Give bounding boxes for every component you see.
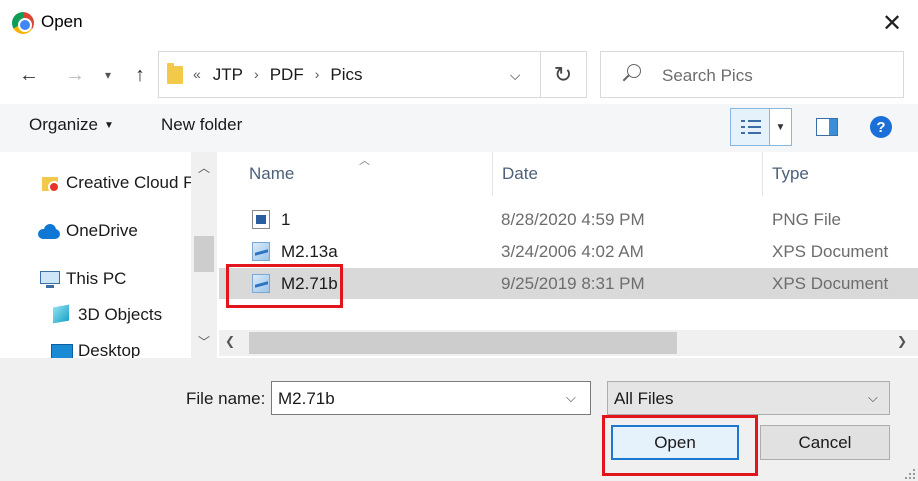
- file-type-select[interactable]: All Files ⌵: [607, 381, 890, 415]
- nav-item-desktop[interactable]: Desktop: [0, 334, 190, 358]
- scroll-down-icon[interactable]: ﹀: [191, 332, 217, 350]
- search-icon: [621, 64, 641, 84]
- nav-item-label: Creative Cloud F: [66, 173, 194, 192]
- highlight-box: [226, 264, 343, 308]
- breadcrumb-separator-icon[interactable]: ›: [315, 66, 320, 86]
- file-type-value: All Files: [614, 389, 674, 408]
- file-name-value: M2.71b: [278, 389, 335, 408]
- folder-icon: [167, 63, 183, 84]
- chevron-down-icon[interactable]: ⌵: [503, 66, 527, 84]
- search-input[interactable]: Search Pics: [600, 51, 904, 98]
- scrollbar-thumb[interactable]: [194, 236, 214, 272]
- sort-ascending-icon: ︿: [359, 155, 370, 167]
- up-folder-button[interactable]: ↑: [125, 58, 155, 92]
- preview-pane-icon[interactable]: [816, 118, 838, 136]
- file-type: XPS Document: [772, 274, 889, 293]
- cancel-button[interactable]: Cancel: [760, 425, 890, 460]
- file-type: PNG File: [772, 210, 841, 229]
- help-icon[interactable]: ?: [870, 116, 892, 138]
- dialog-footer: [0, 358, 918, 481]
- nav-item-label: Desktop: [78, 341, 141, 358]
- column-divider[interactable]: [492, 152, 493, 196]
- change-view-button[interactable]: [730, 108, 770, 146]
- file-name-field[interactable]: M2.71b ⌵: [271, 381, 591, 415]
- address-bar[interactable]: « JTP › PDF › Pics ⌵: [158, 51, 541, 98]
- desktop-icon: [50, 342, 73, 358]
- scrollbar-thumb[interactable]: [249, 332, 677, 354]
- column-header-date[interactable]: Date: [502, 164, 538, 184]
- file-name-label: File name:: [186, 389, 266, 408]
- scroll-up-icon[interactable]: ︿: [191, 158, 217, 176]
- breadcrumb-separator-icon[interactable]: ›: [254, 66, 259, 86]
- breadcrumb-item-jtp[interactable]: JTP: [213, 65, 243, 85]
- breadcrumb-item-pdf[interactable]: PDF: [270, 65, 304, 85]
- xps-document-icon: [252, 242, 270, 261]
- navigation-pane: Creative Cloud F OneDrive This PC 3D Obj…: [0, 152, 217, 358]
- caret-down-icon: ▼: [103, 120, 114, 131]
- view-options-dropdown[interactable]: ▼: [770, 108, 792, 146]
- chrome-logo-icon: [12, 12, 34, 34]
- file-date: 8/28/2020 4:59 PM: [501, 210, 645, 229]
- details-view-icon: [741, 117, 761, 137]
- nav-item-label: 3D Objects: [78, 305, 163, 324]
- title-bar: [0, 0, 918, 47]
- nav-item-label: This PC: [66, 269, 127, 288]
- breadcrumb-item-pics[interactable]: Pics: [330, 65, 362, 85]
- new-folder-button[interactable]: New folder: [161, 115, 242, 135]
- navigation-scrollbar[interactable]: ︿ ﹀: [191, 152, 217, 358]
- back-button[interactable]: ←: [14, 58, 44, 92]
- 3d-objects-icon: [50, 304, 72, 324]
- breadcrumb-overflow-icon[interactable]: «: [193, 66, 201, 86]
- this-pc-icon: [38, 269, 60, 289]
- chevron-down-icon[interactable]: ⌵: [868, 390, 878, 406]
- refresh-button[interactable]: ↻: [540, 51, 587, 98]
- column-header-type[interactable]: Type: [772, 164, 809, 184]
- organize-button[interactable]: Organize ▼: [29, 115, 114, 135]
- nav-item-3d-objects[interactable]: 3D Objects: [0, 298, 190, 332]
- nav-item-label: OneDrive: [66, 221, 138, 240]
- horizontal-scrollbar[interactable]: ❮ ❯: [219, 330, 918, 356]
- close-icon[interactable]: ✕: [874, 6, 910, 40]
- file-date: 3/24/2006 4:02 AM: [501, 242, 644, 261]
- window-title: Open: [41, 12, 83, 31]
- nav-item-creative-cloud[interactable]: Creative Cloud F: [0, 166, 194, 200]
- file-row[interactable]: 1 8/28/2020 4:59 PM PNG File: [219, 204, 918, 235]
- nav-item-this-pc[interactable]: This PC: [0, 262, 190, 296]
- onedrive-icon: [36, 223, 60, 243]
- scroll-left-icon[interactable]: ❮: [225, 334, 235, 348]
- file-type: XPS Document: [772, 242, 889, 261]
- nav-item-onedrive[interactable]: OneDrive: [0, 214, 190, 248]
- file-list: ︿ Name Date Type 1 8/28/2020 4:59 PM PNG…: [219, 152, 918, 358]
- column-divider[interactable]: [762, 152, 763, 196]
- png-file-icon: [252, 210, 270, 229]
- resize-grip-icon[interactable]: [904, 468, 916, 480]
- organize-label: Organize: [29, 115, 98, 134]
- file-name: 1: [281, 210, 291, 229]
- scroll-right-icon[interactable]: ❯: [897, 334, 907, 348]
- forward-button[interactable]: →: [60, 58, 90, 92]
- chevron-down-icon[interactable]: ⌵: [566, 390, 576, 406]
- creative-cloud-folder-icon: [40, 173, 62, 193]
- breadcrumb: « JTP › PDF › Pics: [193, 65, 363, 85]
- search-placeholder: Search Pics: [662, 66, 753, 85]
- file-date: 9/25/2019 8:31 PM: [501, 274, 645, 293]
- highlight-box: [602, 415, 758, 476]
- column-header-name[interactable]: Name: [249, 164, 294, 184]
- file-row[interactable]: M2.13a 3/24/2006 4:02 AM XPS Document: [219, 236, 918, 267]
- file-name: M2.13a: [281, 242, 338, 261]
- recent-locations-button[interactable]: ▾: [96, 58, 120, 92]
